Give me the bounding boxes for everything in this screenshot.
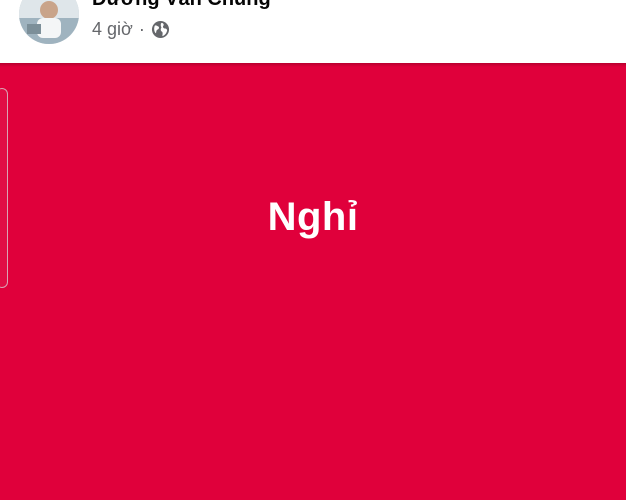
author-name[interactable]: Dương Văn Chung	[92, 0, 271, 11]
card-top-shadow	[0, 63, 626, 67]
post-meta: 4 giờ ·	[92, 18, 170, 40]
text-post-background[interactable]	[0, 63, 626, 500]
post-header: Dương Văn Chung 4 giờ ·	[0, 0, 626, 63]
profile-photo-icon	[19, 0, 79, 44]
meta-separator: ·	[138, 18, 145, 39]
edge-scroll-handle[interactable]	[0, 88, 8, 288]
globe-icon[interactable]	[151, 20, 170, 39]
post-time[interactable]: 4 giờ	[92, 19, 133, 40]
author-avatar[interactable]	[19, 0, 79, 44]
post-text: Nghỉ	[267, 195, 359, 239]
